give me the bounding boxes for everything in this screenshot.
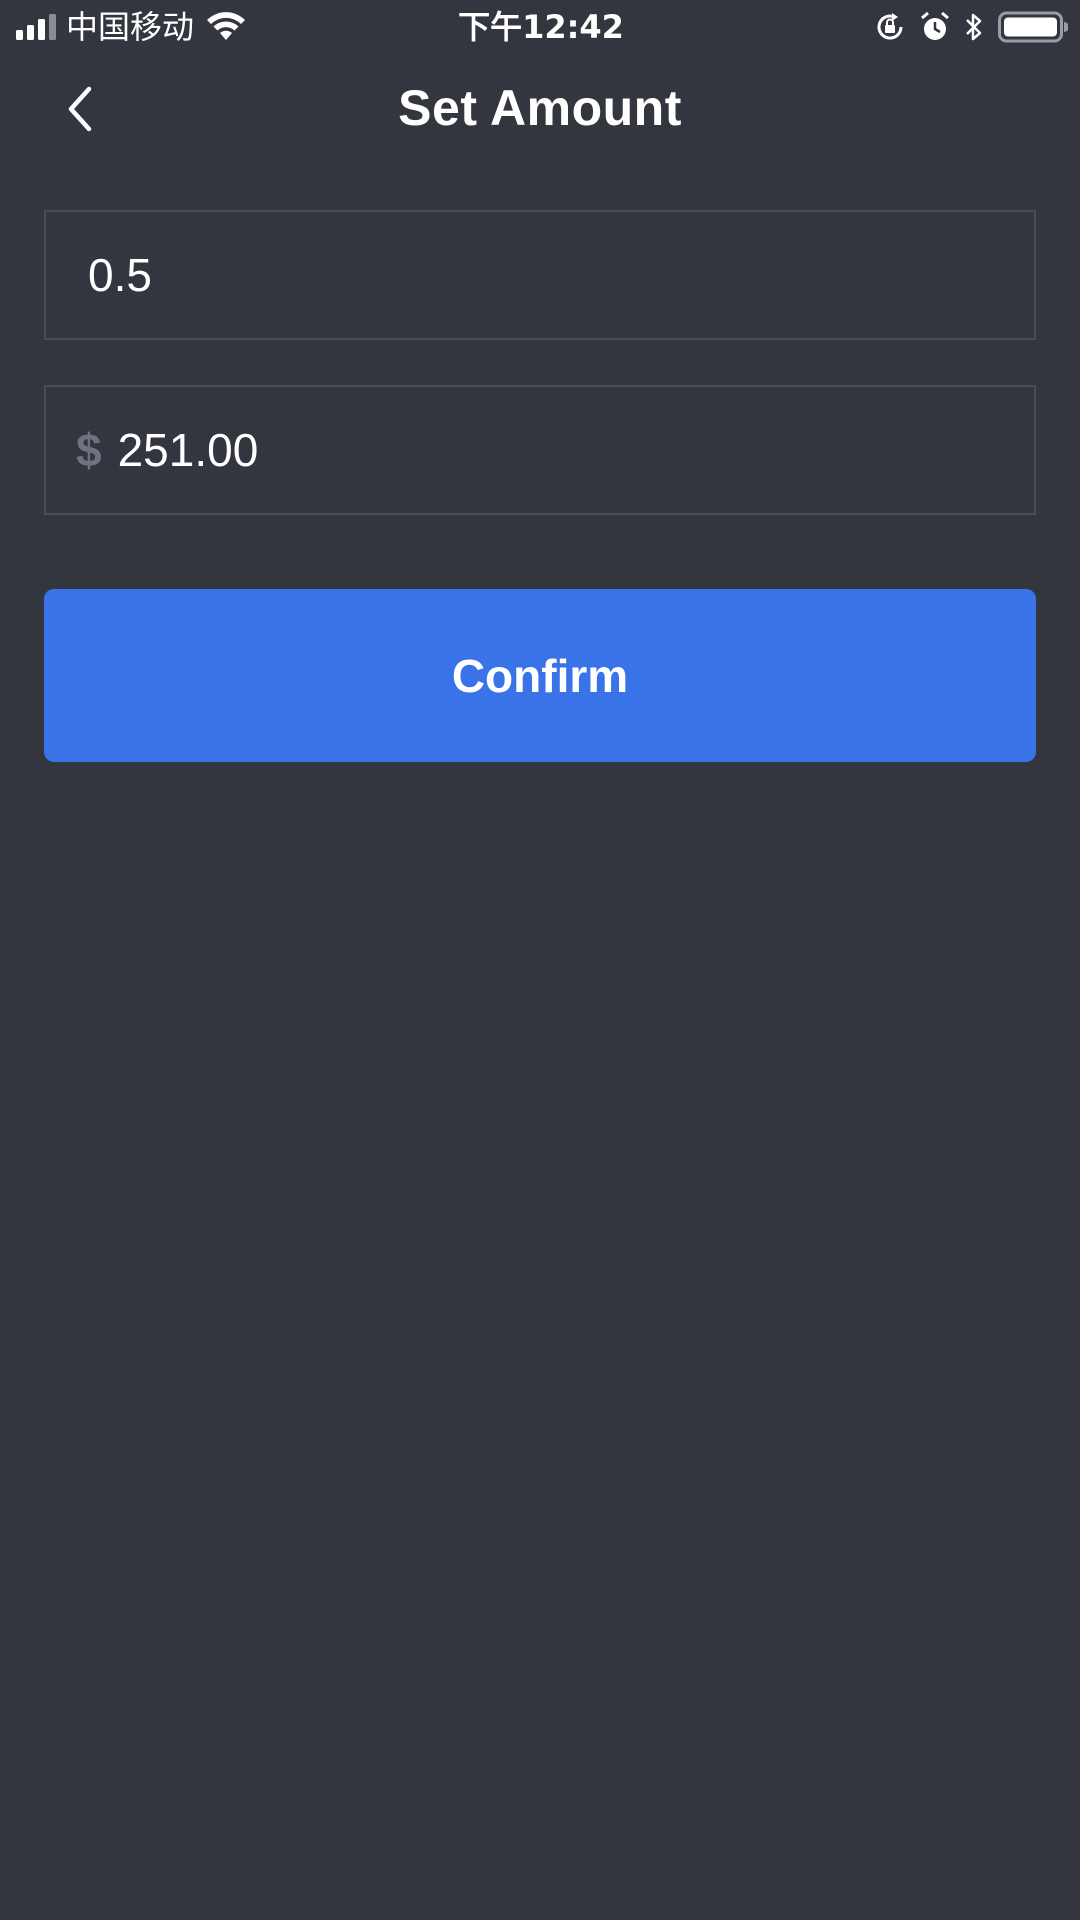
page-title: Set Amount	[398, 80, 682, 136]
back-button[interactable]	[54, 82, 106, 136]
amount-input[interactable]	[88, 245, 948, 305]
chevron-left-icon	[68, 86, 92, 132]
fiat-amount-input[interactable]	[117, 420, 978, 480]
fiat-amount-field[interactable]: $	[44, 385, 1036, 515]
currency-symbol: $	[76, 424, 102, 476]
bluetooth-icon	[966, 13, 982, 41]
status-icons	[874, 8, 1068, 46]
confirm-button[interactable]: Confirm	[44, 589, 1036, 762]
amount-field[interactable]	[44, 210, 1036, 340]
nav-bar: Set Amount	[0, 54, 1080, 162]
status-bar: 中国移动 下午12:42	[0, 0, 1080, 54]
alarm-icon	[921, 11, 949, 40]
set-amount-screen: 中国移动 下午12:42 Set Amount 0.5 $ 251.00 Con…	[0, 0, 1080, 1920]
orientation-lock-icon	[877, 13, 903, 40]
battery-icon	[998, 11, 1068, 43]
